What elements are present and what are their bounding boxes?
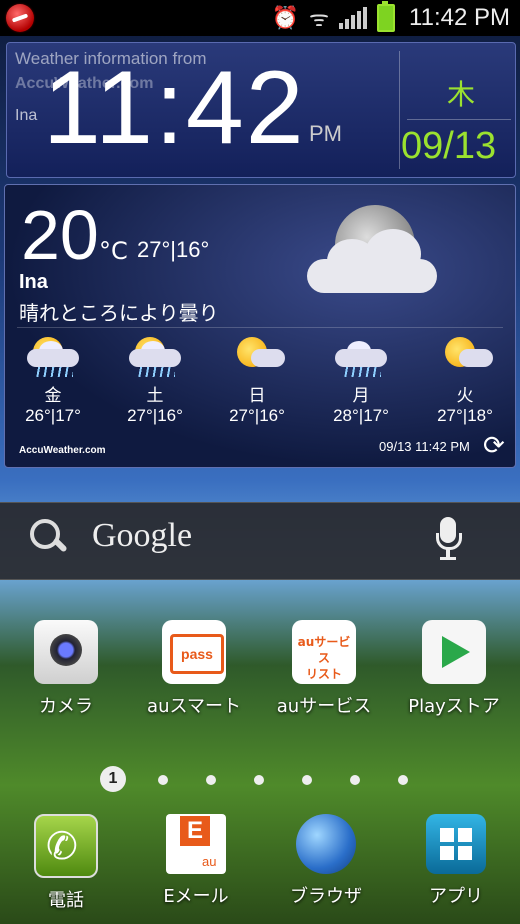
forecast-day-name: 火	[456, 386, 474, 406]
microphone-icon[interactable]	[436, 517, 462, 561]
app-au-service[interactable]: auサービス リスト auサービス	[264, 620, 384, 718]
clock-day: 木	[447, 78, 476, 111]
status-time: 11:42 PM	[409, 4, 510, 31]
app-label: アプリ	[429, 886, 483, 907]
app-au-smart-pass[interactable]: pass auスマート	[134, 620, 254, 718]
sun-cloud-icon	[227, 333, 287, 379]
play-store-icon[interactable]	[422, 620, 486, 684]
alarm-icon: ⏰	[271, 5, 299, 31]
page-dot[interactable]	[206, 775, 216, 785]
sun-cloud-icon	[435, 333, 495, 379]
app-label: カメラ	[39, 696, 93, 717]
rain-cloud-icon	[23, 333, 83, 379]
page-indicator[interactable]: 1	[100, 766, 420, 792]
app-play-store[interactable]: Playストア	[394, 620, 514, 718]
forecast-temps: 27°|18°	[437, 406, 493, 425]
clock-location: Ina	[15, 107, 38, 124]
page-dot[interactable]	[254, 775, 264, 785]
forecast-day-name: 月	[352, 386, 370, 406]
au-service-list-icon[interactable]: auサービス リスト	[292, 620, 356, 684]
current-temperature: 20	[21, 196, 99, 274]
clock-divider	[399, 51, 400, 169]
refresh-icon[interactable]: ⟳	[483, 431, 505, 461]
forecast-day: 火 27°|18°	[425, 333, 505, 426]
app-label: 電話	[48, 890, 84, 911]
forecast-temps: 28°|17°	[333, 406, 389, 425]
clock-time: 11:42	[43, 50, 306, 166]
last-updated: 09/13 11:42 PM	[379, 439, 470, 454]
phone-icon[interactable]: ✆	[34, 814, 98, 878]
battery-icon	[377, 1, 396, 32]
forecast-day: 日 27°|16°	[217, 333, 297, 426]
temperature-unit: °C	[99, 237, 128, 265]
app-camera[interactable]: カメラ	[6, 620, 126, 718]
forecast-day-name: 土	[146, 386, 164, 406]
app-shortcuts: カメラ pass auスマート auサービス リスト auサービス Playストア	[0, 620, 520, 730]
email-icon[interactable]: E au	[166, 814, 226, 874]
forecast-row: 金 26°|17° 土 27°|16° 日 27°|16° 月 28°|17° …	[5, 333, 515, 426]
forecast-divider	[17, 327, 503, 328]
date-divider	[407, 119, 511, 120]
dock-email[interactable]: E au Eメール	[136, 814, 256, 908]
accuweather-logo[interactable]: AccuWeather.com	[19, 445, 106, 456]
clock-ampm: PM	[309, 121, 342, 146]
app-label: auサービス	[276, 696, 372, 717]
forecast-day: 金 26°|17°	[13, 333, 93, 426]
rain-sun-icon	[125, 333, 185, 379]
forecast-temps: 27°|16°	[127, 406, 183, 425]
dock: ✆ 電話 E au Eメール ブラウザ アプリ	[0, 808, 520, 924]
page-indicator-current[interactable]: 1	[100, 766, 126, 792]
au-pass-icon[interactable]: pass	[162, 620, 226, 684]
app-label: ブラウザ	[290, 886, 362, 907]
forecast-day: 土 27°|16°	[115, 333, 195, 426]
google-search-bar[interactable]: Google	[0, 502, 520, 580]
signal-icon	[339, 7, 368, 29]
forecast-day-name: 金	[44, 386, 62, 406]
forecast-temps: 27°|16°	[229, 406, 285, 425]
clock-date: 09/13	[401, 125, 497, 167]
rain-cloud-icon	[331, 333, 391, 379]
weather-city: Ina	[19, 271, 48, 293]
app-label: Eメール	[163, 886, 229, 907]
clock-widget[interactable]: Weather information from AccuWeather.com…	[6, 42, 516, 178]
page-dot[interactable]	[398, 775, 408, 785]
page-dot[interactable]	[302, 775, 312, 785]
cloud-icon	[297, 229, 447, 295]
forecast-day: 月 28°|17°	[321, 333, 401, 426]
weather-condition: 晴れところにより曇り	[19, 301, 219, 325]
status-bar[interactable]: ⏰ ᯤ 11:42 PM	[0, 0, 520, 36]
search-icon[interactable]	[28, 517, 68, 557]
weather-widget[interactable]: 20 °C 27°|16° Ina 晴れところにより曇り 金 26°|17° 土…	[4, 184, 516, 468]
dock-phone[interactable]: ✆ 電話	[6, 814, 126, 912]
page-dot[interactable]	[158, 775, 168, 785]
app-label: auスマート	[147, 696, 241, 717]
forecast-day-name: 日	[248, 386, 266, 406]
dock-browser[interactable]: ブラウザ	[266, 814, 386, 908]
app-notification-icon	[6, 4, 34, 32]
app-label: Playストア	[408, 696, 500, 717]
wifi-icon: ᯤ	[308, 7, 330, 32]
google-label[interactable]: Google	[92, 517, 192, 555]
high-low-temperature: 27°|16°	[137, 237, 210, 262]
status-icons: ⏰ ᯤ 11:42 PM	[271, 1, 510, 33]
page-dot[interactable]	[350, 775, 360, 785]
camera-icon[interactable]	[34, 620, 98, 684]
forecast-temps: 26°|17°	[25, 406, 81, 425]
dock-apps[interactable]: アプリ	[396, 814, 516, 908]
globe-icon[interactable]	[296, 814, 356, 874]
apps-grid-icon[interactable]	[426, 814, 486, 874]
